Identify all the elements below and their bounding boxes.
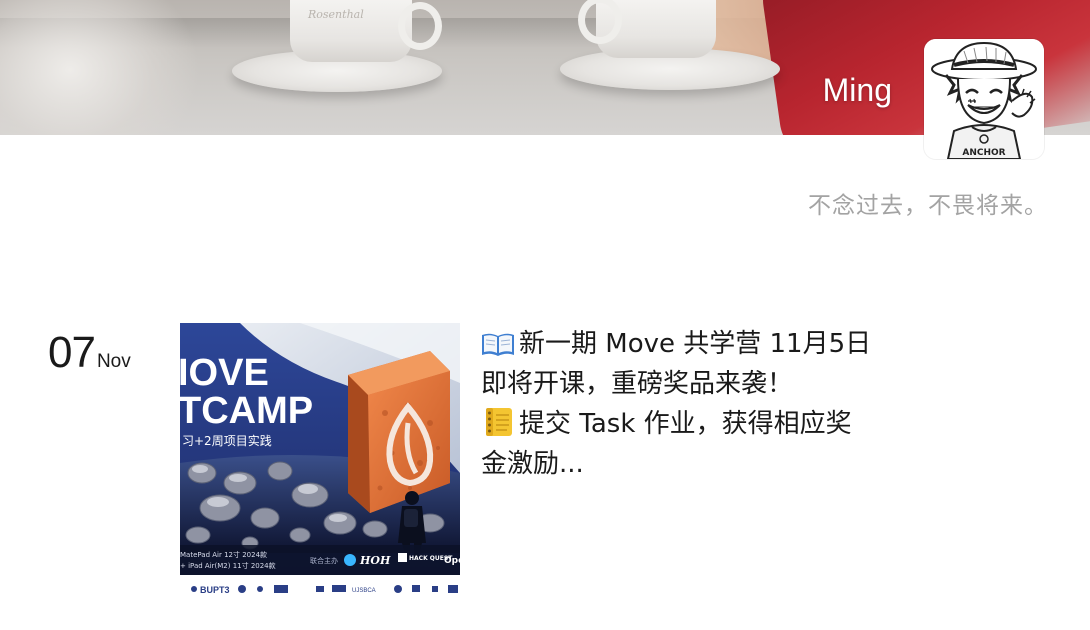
post-date-month: Nov xyxy=(96,351,131,372)
poster-hoh-logo: HOH xyxy=(359,554,391,567)
post-text-line-3: 提交 Task 作业，获得相应奖 xyxy=(481,404,891,444)
post-text[interactable]: 新一期 Move 共学营 11月5日 即将开课，重磅奖品来袭！ 提交 Task … xyxy=(481,324,891,484)
svg-text:ANCHOR: ANCHOR xyxy=(962,148,1005,158)
cup-left-handle xyxy=(398,2,442,50)
poster-prize-line2: + iPad Air(M2) 11寸 2024款 xyxy=(180,561,276,570)
luffy-avatar-icon: ANCHOR xyxy=(924,39,1044,159)
poster-title-line1: IOVE xyxy=(180,352,269,394)
poster-cohost-label: 联合主办 xyxy=(310,556,338,565)
post-text-line-3-content: 提交 Task 作业，获得相应奖 xyxy=(519,409,852,439)
poster-bupt-logo: BUPT3 xyxy=(200,585,230,595)
poster-prize-line1: MatePad Air 12寸 2024款 xyxy=(180,550,267,559)
poster-ujsbca-logo: UJSBCA xyxy=(352,588,376,594)
poster-title-line2: TCAMP xyxy=(180,390,313,432)
cup-brand-text: Rosenthal xyxy=(308,8,364,21)
profile-signature: 不念过去，不畏将来。 xyxy=(808,193,1048,219)
post-date-day: 07 xyxy=(48,328,96,377)
notebook-icon xyxy=(486,408,512,436)
moments-page: Rosenthal Ming ANCHOR 不念过去，不畏将来。 07 Nov … xyxy=(0,0,1090,630)
profile-username[interactable]: Ming xyxy=(823,72,892,109)
post-date: 07 Nov xyxy=(48,328,131,378)
profile-avatar[interactable]: ANCHOR xyxy=(924,39,1044,159)
post-text-line-2: 即将开课，重磅奖品来袭！ xyxy=(481,369,794,399)
move-bootcamp-poster: IOVE TCAMP 习+2周项目实践 MatePad Air 12寸 2024… xyxy=(180,323,460,595)
cover-blur-highlight xyxy=(0,0,200,135)
open-book-icon xyxy=(482,333,514,356)
post-thumbnail[interactable]: IOVE TCAMP 习+2周项目实践 MatePad Air 12寸 2024… xyxy=(180,323,460,595)
poster-subtitle: 习+2周项目实践 xyxy=(182,433,272,448)
poster-partner-truncated: Ope xyxy=(444,556,460,566)
post-text-line-1: 新一期 Move 共学营 11月5日 xyxy=(481,324,891,364)
post-text-line-1-content: 新一期 Move 共学营 11月5日 xyxy=(519,329,872,359)
post-text-line-4: 金激励... xyxy=(481,449,584,479)
